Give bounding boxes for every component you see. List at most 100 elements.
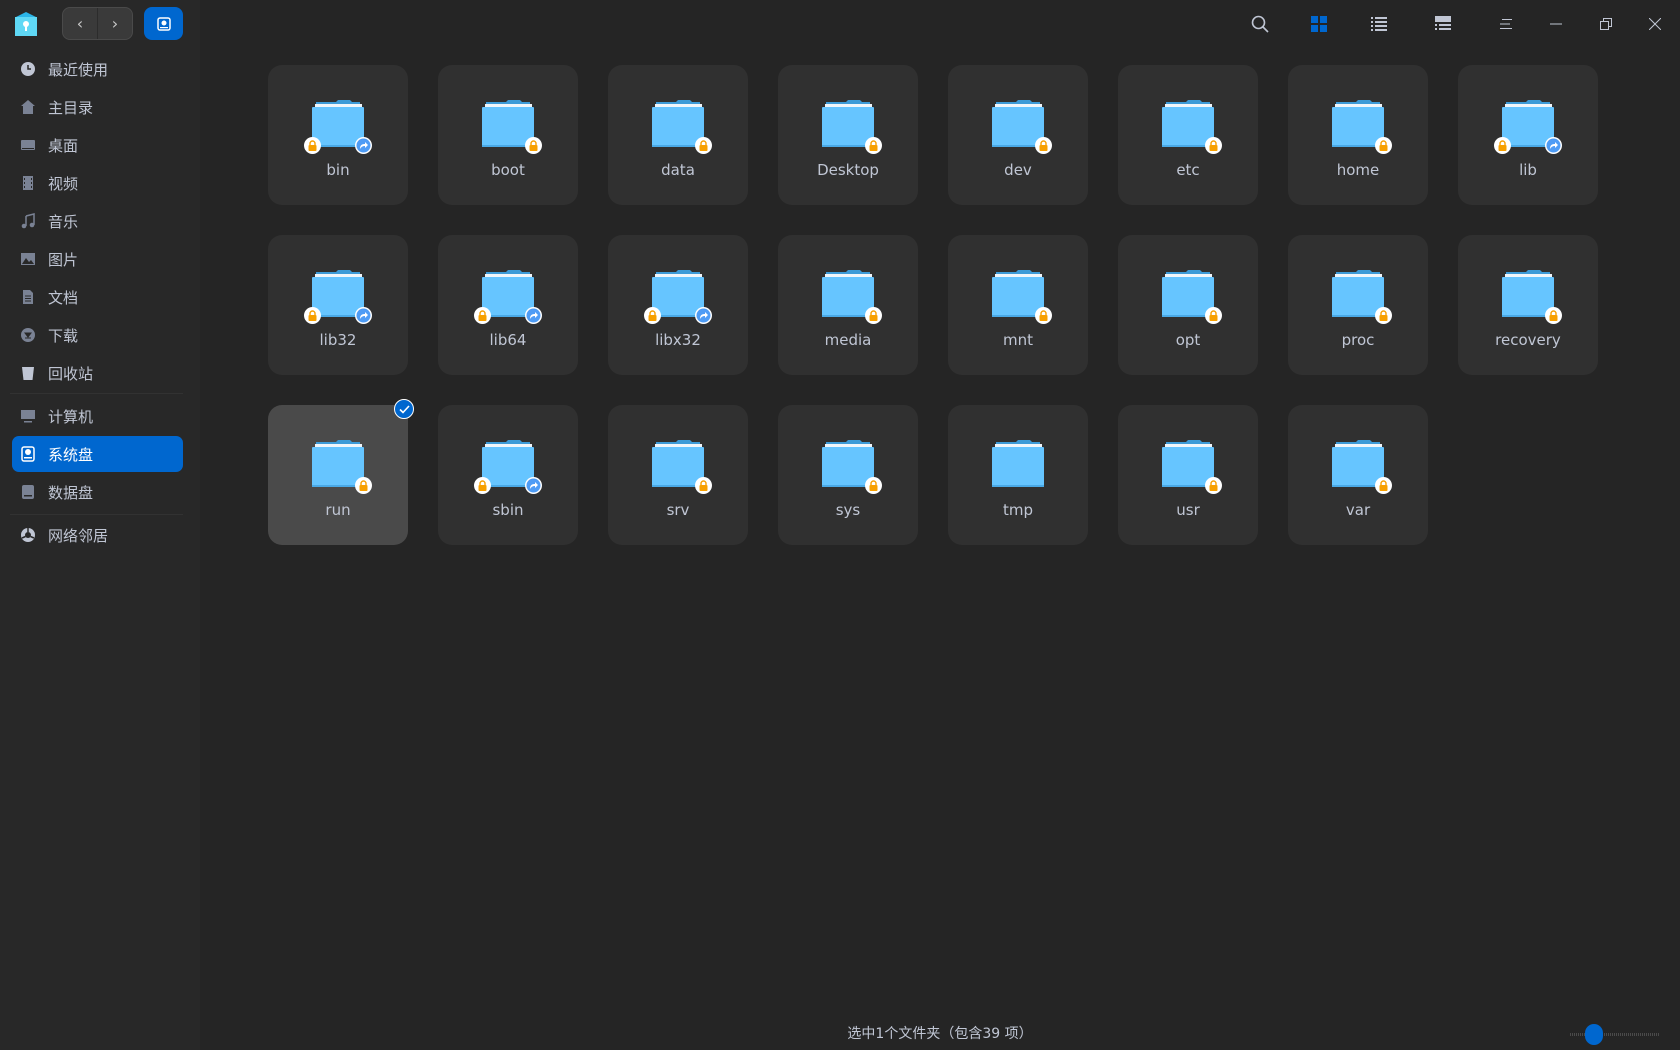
folder-item-dev[interactable]: dev bbox=[948, 65, 1088, 205]
folder-item-proc[interactable]: proc bbox=[1288, 235, 1428, 375]
lock-icon bbox=[304, 307, 321, 324]
sidebar-item-music[interactable]: 音乐 bbox=[12, 203, 183, 239]
lock-icon bbox=[474, 477, 491, 494]
folder-item-run[interactable]: run bbox=[268, 399, 414, 545]
lock-icon bbox=[525, 137, 542, 154]
icon-size-slider[interactable] bbox=[1570, 1023, 1660, 1045]
folder-item-usr[interactable]: usr bbox=[1118, 405, 1258, 545]
symlink-icon bbox=[695, 307, 712, 324]
sidebar-item-video[interactable]: 视频 bbox=[12, 165, 183, 201]
app-logo-icon bbox=[14, 11, 38, 37]
sidebar-item-clock[interactable]: 最近使用 bbox=[12, 51, 183, 87]
slider-tick bbox=[1642, 1033, 1643, 1036]
folder-name: etc bbox=[1176, 161, 1200, 179]
sidebar-item-label: 音乐 bbox=[48, 212, 79, 231]
folder-name: libx32 bbox=[655, 331, 701, 349]
folder-item-var[interactable]: var bbox=[1288, 405, 1428, 545]
slider-tick bbox=[1658, 1033, 1659, 1036]
sidebar: 最近使用 主目录桌面视频音乐图片文档下载回收站计算机系统盘 数据盘网络邻居 bbox=[0, 0, 200, 1050]
sidebar-item-network[interactable]: 网络邻居 bbox=[12, 517, 183, 553]
search-icon[interactable] bbox=[1248, 12, 1272, 36]
back-button[interactable]: ‹ bbox=[63, 8, 98, 39]
sidebar-item-computer[interactable]: 计算机 bbox=[12, 398, 183, 434]
sidebar-item-home[interactable]: 主目录 bbox=[12, 89, 183, 125]
slider-tick bbox=[1652, 1033, 1653, 1036]
folder-item-bin[interactable]: bin bbox=[268, 65, 408, 205]
sidebar-item-trash[interactable]: 回收站 bbox=[12, 355, 183, 391]
slider-tick bbox=[1648, 1033, 1649, 1036]
folder-item-home[interactable]: home bbox=[1288, 65, 1428, 205]
folder-item-lib64[interactable]: lib64 bbox=[438, 235, 578, 375]
lock-icon bbox=[1205, 477, 1222, 494]
slider-tick bbox=[1618, 1033, 1619, 1036]
folder-item-mnt[interactable]: mnt bbox=[948, 235, 1088, 375]
folder-name: sbin bbox=[492, 501, 524, 519]
slider-tick bbox=[1582, 1033, 1583, 1036]
slider-tick bbox=[1584, 1033, 1585, 1036]
folder-item-recovery[interactable]: recovery bbox=[1458, 235, 1598, 375]
slider-handle[interactable] bbox=[1585, 1024, 1603, 1045]
folder-item-desktop[interactable]: Desktop bbox=[778, 65, 918, 205]
folder-name: recovery bbox=[1495, 331, 1561, 349]
lock-icon bbox=[474, 307, 491, 324]
sidebar-item-data-disk[interactable]: 数据盘 bbox=[12, 474, 183, 510]
data-disk-icon bbox=[20, 484, 36, 500]
lock-icon bbox=[1375, 477, 1392, 494]
forward-button[interactable]: › bbox=[98, 8, 132, 39]
titlebar: ‹ › bbox=[0, 0, 1680, 50]
sidebar-item-download[interactable]: 下载 bbox=[12, 317, 183, 353]
folder-item-lib32[interactable]: lib32 bbox=[268, 235, 408, 375]
breadcrumb-system-disk[interactable] bbox=[144, 7, 183, 40]
slider-tick bbox=[1628, 1033, 1629, 1036]
folder-item-sbin[interactable]: sbin bbox=[438, 405, 578, 545]
list-view-icon[interactable] bbox=[1367, 12, 1391, 36]
tree-view-icon[interactable] bbox=[1431, 12, 1455, 36]
slider-tick bbox=[1604, 1033, 1605, 1036]
folder-item-tmp[interactable]: tmp bbox=[948, 405, 1088, 545]
sidebar-item-system-disk[interactable]: 系统盘 bbox=[12, 436, 183, 472]
sidebar-item-label: 桌面 bbox=[48, 136, 79, 155]
lock-icon bbox=[304, 137, 321, 154]
symlink-icon bbox=[355, 307, 372, 324]
maximize-icon[interactable] bbox=[1594, 12, 1618, 36]
slider-tick bbox=[1654, 1033, 1655, 1036]
folder-name: media bbox=[824, 331, 872, 349]
sidebar-item-label: 文档 bbox=[48, 288, 79, 307]
folder-item-sys[interactable]: sys bbox=[778, 405, 918, 545]
symlink-icon bbox=[525, 307, 542, 324]
slider-tick bbox=[1632, 1033, 1633, 1036]
folder-item-media[interactable]: media bbox=[778, 235, 918, 375]
navigation-buttons: ‹ › bbox=[62, 7, 133, 40]
lock-icon bbox=[695, 137, 712, 154]
sidebar-item-label: 图片 bbox=[48, 250, 79, 269]
picture-icon bbox=[20, 251, 36, 267]
slider-tick bbox=[1608, 1033, 1609, 1036]
lock-icon bbox=[1205, 307, 1222, 324]
minimize-icon[interactable] bbox=[1544, 12, 1568, 36]
menu-icon[interactable] bbox=[1494, 12, 1518, 36]
video-icon bbox=[20, 175, 36, 191]
folder-name: sys bbox=[835, 501, 861, 519]
slider-tick bbox=[1644, 1033, 1645, 1036]
icon-view-icon[interactable] bbox=[1307, 12, 1331, 36]
folder-item-opt[interactable]: opt bbox=[1118, 235, 1258, 375]
close-icon[interactable] bbox=[1643, 12, 1667, 36]
sidebar-item-desktop[interactable]: 桌面 bbox=[12, 127, 183, 163]
folder-item-data[interactable]: data bbox=[608, 65, 748, 205]
slider-tick bbox=[1646, 1033, 1647, 1036]
folder-item-lib[interactable]: lib bbox=[1458, 65, 1598, 205]
computer-icon bbox=[20, 408, 36, 424]
folder-item-boot[interactable]: boot bbox=[438, 65, 578, 205]
slider-tick bbox=[1624, 1033, 1625, 1036]
lock-icon bbox=[355, 477, 372, 494]
folder-name: dev bbox=[1004, 161, 1032, 179]
folder-item-etc[interactable]: etc bbox=[1118, 65, 1258, 205]
folder-item-srv[interactable]: srv bbox=[608, 405, 748, 545]
sidebar-item-label: 网络邻居 bbox=[48, 526, 109, 545]
sidebar-item-picture[interactable]: 图片 bbox=[12, 241, 183, 277]
sidebar-item-label: 计算机 bbox=[48, 407, 94, 426]
sidebar-item-document[interactable]: 文档 bbox=[12, 279, 183, 315]
folder-item-libx32[interactable]: libx32 bbox=[608, 235, 748, 375]
sidebar-item-label: 下载 bbox=[48, 326, 79, 345]
folder-name: tmp bbox=[1002, 501, 1033, 519]
